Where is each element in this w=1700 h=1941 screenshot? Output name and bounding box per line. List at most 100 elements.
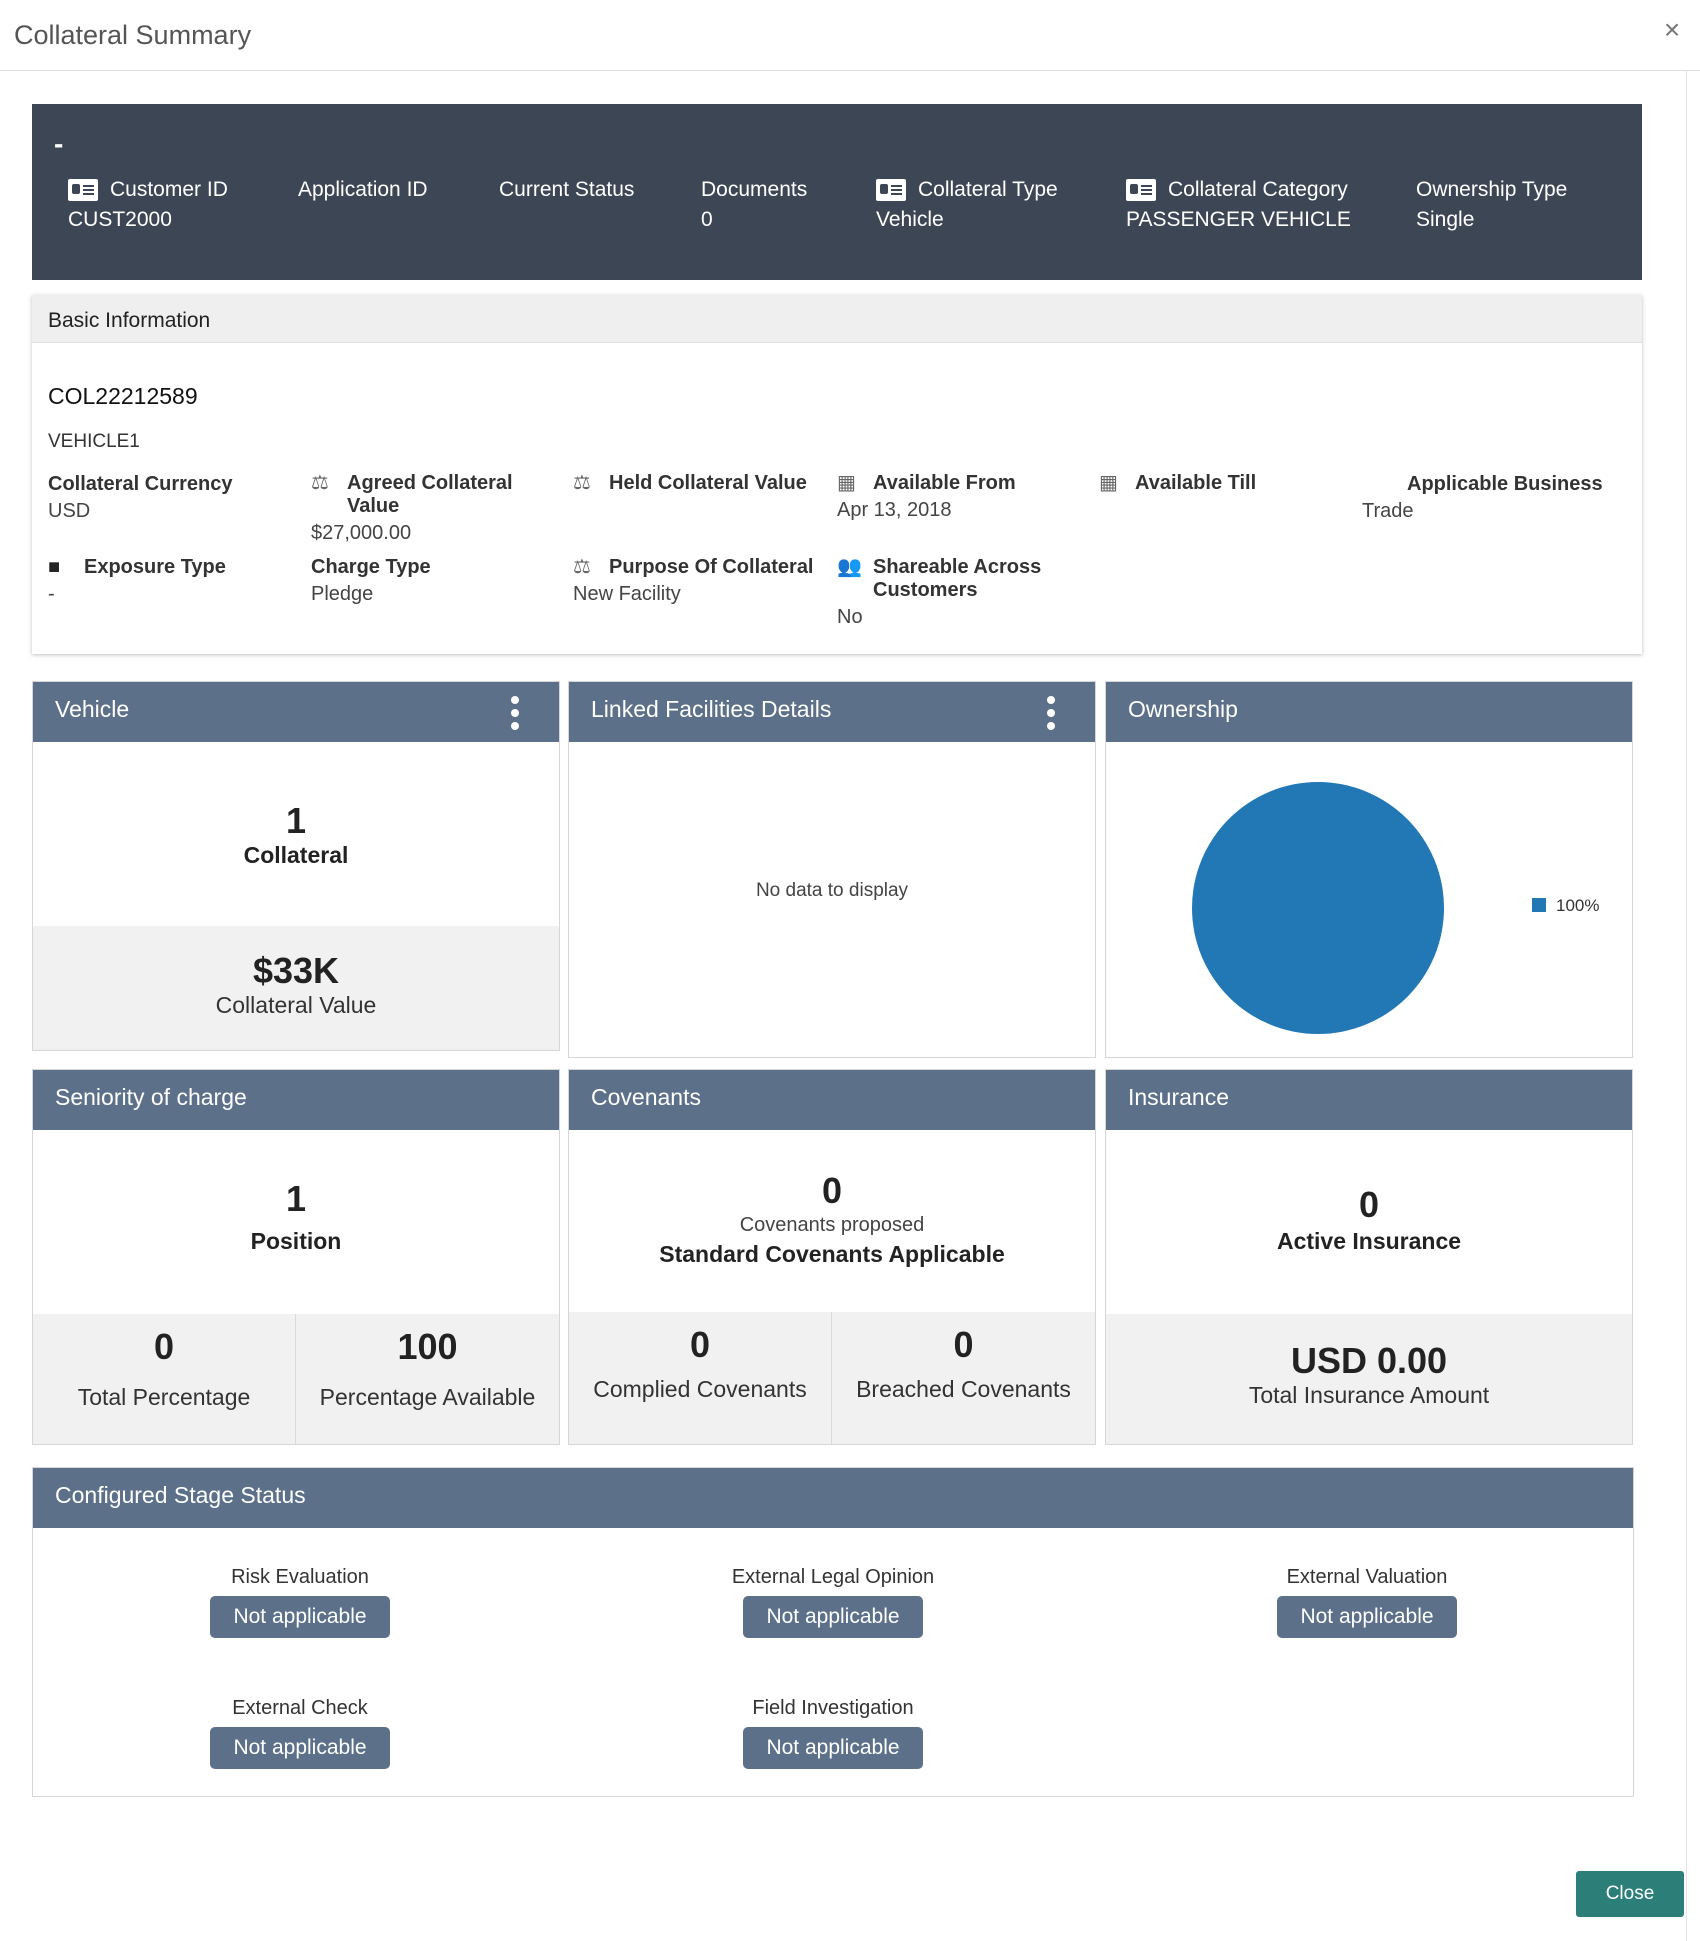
- field-value: USD: [48, 500, 91, 522]
- stage-name: External Check: [232, 1697, 368, 1719]
- field-value: No: [837, 606, 863, 628]
- field-label: Available From: [873, 472, 1016, 494]
- vehicle-count-block: 1 Collateral: [33, 742, 559, 926]
- header-label: Ownership Type: [1416, 178, 1568, 201]
- field-value: New Facility: [573, 583, 681, 605]
- header-label: Current Status: [499, 178, 635, 201]
- ownership-card-header: Ownership: [1106, 682, 1632, 742]
- total-percentage-value: 0: [153, 1326, 175, 1367]
- stage-external-legal-opinion: External Legal Opinion Not applicable: [683, 1566, 983, 1638]
- field-label: Applicable Business: [1407, 473, 1603, 495]
- complied-covenants-value: 0: [689, 1324, 711, 1365]
- standard-covenants-label: Standard Covenants Applicable: [659, 1241, 1005, 1267]
- header-label: Collateral Type: [918, 178, 1058, 201]
- header-value: Single: [1416, 208, 1475, 231]
- stage-status-button[interactable]: Not applicable: [743, 1727, 923, 1769]
- covenants-card-header: Covenants: [569, 1070, 1095, 1130]
- percentage-available-value: 100: [397, 1326, 458, 1367]
- scrollbar-track[interactable]: [1686, 71, 1687, 1941]
- stage-external-valuation: External Valuation Not applicable: [1217, 1566, 1517, 1638]
- insurance-card-header: Insurance: [1106, 1070, 1632, 1130]
- stage-status-button[interactable]: Not applicable: [210, 1727, 390, 1769]
- linked-facilities-card: Linked Facilities Details No data to dis…: [568, 681, 1096, 1058]
- field-value: Pledge: [311, 583, 374, 605]
- stage-name: Risk Evaluation: [231, 1566, 369, 1588]
- total-percentage-label: Total Percentage: [77, 1384, 251, 1410]
- collateral-name: VEHICLE1: [48, 431, 140, 452]
- stage-status-header: Configured Stage Status: [33, 1468, 1633, 1528]
- vehicle-value-block: $33K Collateral Value: [33, 926, 559, 1050]
- field-label: Agreed Collateral Value: [347, 472, 513, 517]
- field-value: -: [48, 583, 55, 605]
- stage-status-button[interactable]: Not applicable: [210, 1596, 390, 1638]
- header-collateral-category: Collateral Category PASSENGER VEHICLE: [1126, 176, 1351, 232]
- insurance-card: Insurance 0 Active Insurance USD 0.00 To…: [1105, 1069, 1633, 1445]
- pie-slice[interactable]: [1192, 782, 1444, 1034]
- field-purpose-of-collateral: ⚖ Purpose Of Collateral New Facility: [573, 556, 833, 606]
- close-button[interactable]: Close: [1576, 1871, 1684, 1917]
- field-exposure-type: ■ Exposure Type -: [48, 556, 288, 606]
- stage-status-button[interactable]: Not applicable: [743, 1596, 923, 1638]
- header-customer-id: Customer ID CUST2000: [68, 176, 228, 232]
- basic-information-title: Basic Information: [32, 295, 1642, 343]
- id-card-icon: [876, 179, 906, 201]
- stage-risk-evaluation: Risk Evaluation Not applicable: [150, 1566, 450, 1638]
- total-insurance-label: Total Insurance Amount: [1248, 1382, 1490, 1408]
- card-title: Covenants: [591, 1084, 701, 1110]
- active-insurance-count: 0: [1358, 1184, 1380, 1225]
- field-label: Charge Type: [311, 556, 431, 578]
- total-insurance-amount: USD 0.00: [1290, 1340, 1448, 1381]
- insurance-count-block: 0 Active Insurance: [1106, 1130, 1632, 1314]
- collateral-id: COL22212589: [48, 383, 198, 409]
- covenants-count-block: 0 Covenants proposed Standard Covenants …: [569, 1130, 1095, 1312]
- field-available-from: ▦ Available From Apr 13, 2018: [837, 472, 1067, 522]
- legend-label: 100%: [1556, 896, 1600, 915]
- field-charge-type: Charge Type Pledge: [311, 556, 541, 606]
- percentage-available-label: Percentage Available: [319, 1384, 536, 1410]
- header-documents: Documents 0: [701, 176, 807, 232]
- stage-external-check: External Check Not applicable: [150, 1697, 450, 1769]
- field-shareable-across-customers: 👥 Shareable Across Customers No: [837, 556, 1067, 629]
- field-value: $27,000.00: [311, 522, 412, 544]
- kebab-menu-icon[interactable]: [1047, 696, 1055, 730]
- briefcase-icon: ■: [48, 556, 61, 578]
- kebab-menu-icon[interactable]: [511, 696, 519, 730]
- seniority-card: Seniority of charge 1 Position 0 Total P…: [32, 1069, 560, 1445]
- field-label: Available Till: [1135, 472, 1257, 494]
- users-icon: 👥: [837, 556, 862, 578]
- header-application-id: Application ID: [298, 176, 428, 208]
- covenants-proposed-label: Covenants proposed: [739, 1214, 925, 1236]
- card-title: Vehicle: [55, 696, 130, 722]
- vehicle-value-label: Collateral Value: [215, 992, 377, 1018]
- scale-icon: ⚖: [573, 472, 591, 494]
- stage-status-button[interactable]: Not applicable: [1277, 1596, 1457, 1638]
- field-held-collateral-value: ⚖ Held Collateral Value: [573, 472, 833, 499]
- header-current-status: Current Status: [499, 176, 634, 208]
- modal-title: Collateral Summary: [14, 20, 252, 50]
- seniority-position: 1: [285, 1178, 307, 1219]
- field-label: Held Collateral Value: [609, 472, 807, 494]
- field-applicable-business: Applicable Business Trade: [1362, 473, 1622, 523]
- close-icon[interactable]: ×: [1660, 16, 1684, 44]
- header-label: Customer ID: [110, 178, 228, 201]
- field-label: Exposure Type: [84, 556, 226, 578]
- card-title: Seniority of charge: [55, 1084, 247, 1110]
- header-ownership-type: Ownership Type Single: [1416, 176, 1567, 232]
- stage-field-investigation: Field Investigation Not applicable: [683, 1697, 983, 1769]
- no-data-message: No data to display: [755, 880, 909, 901]
- breached-covenants-value: 0: [953, 1324, 974, 1365]
- covenants-count: 0: [821, 1170, 843, 1211]
- field-value: Apr 13, 2018: [837, 499, 952, 521]
- header-value: PASSENGER VEHICLE: [1126, 208, 1351, 231]
- seniority-card-header: Seniority of charge: [33, 1070, 559, 1130]
- breached-covenants-label: Breached Covenants: [856, 1376, 1071, 1402]
- total-percentage-block: 0 Total Percentage: [33, 1314, 296, 1444]
- scale-icon: ⚖: [311, 472, 329, 494]
- linked-facilities-card-header: Linked Facilities Details: [569, 682, 1095, 742]
- percentage-available-block: 100 Percentage Available: [296, 1314, 559, 1444]
- header-collateral-type: Collateral Type Vehicle: [876, 176, 1058, 232]
- covenants-card: Covenants 0 Covenants proposed Standard …: [568, 1069, 1096, 1445]
- active-insurance-label: Active Insurance: [1276, 1228, 1462, 1254]
- vehicle-count-label: Collateral: [243, 842, 349, 868]
- card-title: Ownership: [1128, 696, 1238, 722]
